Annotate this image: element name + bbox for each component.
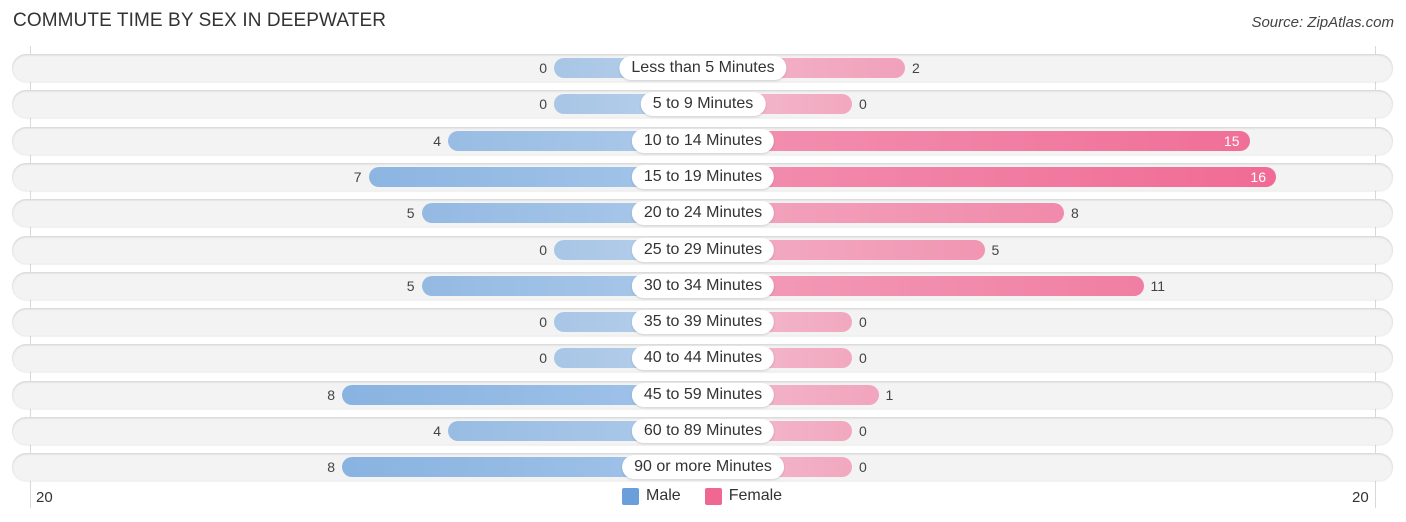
category-label: 35 to 39 Minutes [631, 310, 775, 335]
category-label: Less than 5 Minutes [619, 56, 787, 80]
legend-item-female: Female [704, 487, 783, 505]
legend-swatch-male [622, 487, 639, 505]
legend-label-male: Male [646, 487, 681, 504]
category-label: 5 to 9 Minutes [640, 92, 766, 117]
value-label-female: 15 [1223, 132, 1240, 149]
category-label: 90 or more Minutes [622, 455, 784, 480]
value-label-male: 0 [539, 96, 547, 113]
value-label-female: 5 [991, 241, 1000, 258]
category-label: 15 to 19 Minutes [631, 164, 775, 189]
value-label-male: 0 [539, 350, 547, 367]
value-label-male: 4 [433, 423, 441, 439]
legend-label-female: Female [728, 487, 783, 504]
value-label-female: 16 [1250, 168, 1266, 185]
chart-title: COMMUTE TIME BY SEX IN DEEPWATER [13, 10, 387, 31]
bar-female [703, 130, 1250, 151]
value-label-female: 0 [859, 459, 867, 476]
bar-female [703, 166, 1276, 187]
legend: Male Female [622, 487, 806, 505]
legend-swatch-female [704, 487, 722, 505]
value-label-male: 8 [327, 386, 335, 403]
value-label-male: 0 [539, 314, 547, 331]
value-label-male: 8 [327, 459, 335, 476]
legend-item-male: Male [622, 487, 681, 505]
value-label-male: 5 [406, 277, 415, 294]
value-label-male: 0 [539, 241, 547, 258]
source-label: Source: ZipAtlas.com [1251, 14, 1394, 31]
axis-label-left: 20 [36, 489, 53, 506]
value-label-male: 4 [433, 132, 441, 149]
value-label-female: 0 [859, 350, 867, 367]
value-label-female: 0 [859, 423, 867, 439]
value-label-male: 0 [539, 60, 547, 76]
value-label-female: 11 [1150, 277, 1166, 294]
value-label-female: 0 [859, 314, 867, 331]
category-label: 60 to 89 Minutes [631, 419, 775, 443]
axis-label-right: 20 [1352, 489, 1369, 506]
value-label-female: 8 [1071, 205, 1079, 222]
value-label-male: 5 [406, 205, 415, 222]
category-label: 20 to 24 Minutes [631, 201, 775, 226]
value-label-female: 2 [912, 60, 920, 76]
category-label: 10 to 14 Minutes [631, 128, 775, 153]
value-label-male: 7 [353, 168, 362, 185]
category-label: 45 to 59 Minutes [631, 382, 775, 407]
value-label-female: 0 [859, 96, 867, 113]
category-label: 25 to 29 Minutes [631, 237, 775, 262]
category-label: 40 to 44 Minutes [631, 346, 775, 371]
category-label: 30 to 34 Minutes [631, 273, 775, 298]
value-label-female: 1 [885, 386, 894, 403]
